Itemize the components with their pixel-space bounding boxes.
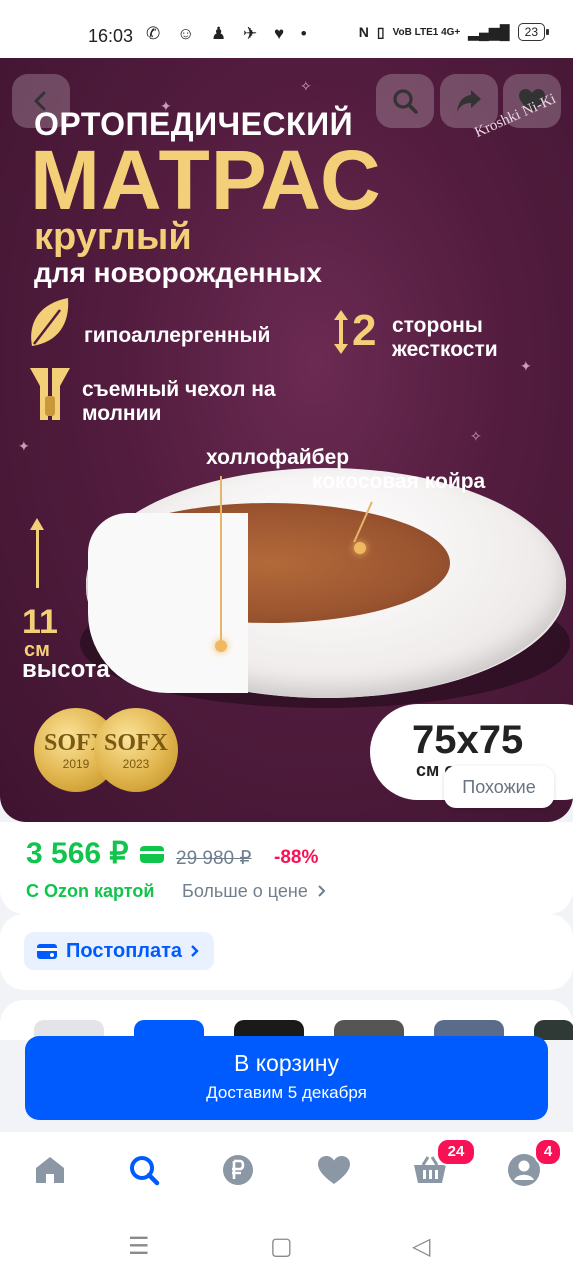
postpay-card: Постоплата: [0, 914, 573, 990]
hero-title-mattress: МАТРАС: [30, 133, 382, 227]
ruble-icon: [223, 1155, 253, 1185]
add-to-cart-label: В корзину: [234, 1050, 339, 1076]
search-icon: [393, 89, 418, 114]
home-icon: [36, 1157, 64, 1183]
discount-badge: -88%: [274, 847, 319, 868]
double-arrow-icon: [334, 310, 348, 354]
variants-strip: [0, 1000, 573, 1040]
medal-year: 2023: [122, 757, 150, 771]
sparkle-decoration: ✦: [18, 438, 30, 454]
chevron-right-icon: [318, 885, 326, 897]
medal-logo: SOFX: [103, 730, 168, 756]
label-coconut-coir: кокосовая койра: [312, 470, 486, 493]
postpay-label: Постоплата: [66, 939, 183, 962]
heart-icon: [318, 1156, 350, 1184]
hero-title-round: круглый: [34, 216, 192, 258]
similar-button[interactable]: Похожие: [444, 766, 554, 808]
cart-count-badge: 24: [436, 1138, 476, 1166]
nav-favorites[interactable]: [314, 1150, 354, 1190]
sparkle-decoration: ✧: [300, 78, 312, 94]
nav-home[interactable]: [30, 1150, 70, 1190]
profile-notification-badge: 4: [534, 1138, 562, 1166]
share-icon: [457, 90, 481, 112]
more-about-price-link[interactable]: Больше о цене: [182, 881, 327, 902]
hero-title-newborn: для новорожденных: [34, 257, 322, 288]
ozon-card-label[interactable]: С Ozon картой: [26, 881, 154, 902]
postpay-button[interactable]: Постоплата: [24, 932, 215, 970]
nav-search[interactable]: [124, 1150, 164, 1190]
battery-icon: 23: [517, 23, 550, 41]
feature-zip-cover: съемный чехол на молнии: [82, 378, 276, 425]
product-image[interactable]: ✦ ✦ ✧ ✦ ✧ Kroshki Ni-Ki ОРТОПЕДИЧЕСКИЙ М…: [0, 58, 573, 822]
add-to-cart-button[interactable]: В корзину Доставим 5 декабря: [25, 1036, 548, 1120]
wallet-icon: [37, 944, 57, 959]
recent-apps-icon[interactable]: ☰: [128, 1232, 150, 1261]
delivery-date: Доставим 5 декабря: [206, 1083, 367, 1102]
feature-sides-text: стороны жесткости: [392, 314, 498, 361]
more-about-price-label: Больше о цене: [182, 881, 308, 901]
system-indicators: N ▯ VoB LTE1 4G+ ▂▄▆█ 23: [358, 23, 550, 41]
sparkle-decoration: ✧: [470, 428, 482, 444]
hollofiber-layer: [88, 513, 248, 693]
status-time: 16:03: [88, 26, 134, 46]
height-arrow-icon: [30, 518, 44, 588]
current-price: 3 566 ₽: [26, 837, 129, 870]
old-price: 29 980 ₽: [176, 848, 252, 869]
feature-hypoallergenic: гипоаллергенный: [84, 324, 271, 347]
notification-icons: ✆ ☺ ♟ ✈ ♥ •: [146, 24, 313, 43]
network-label: VoB LTE1 4G+: [392, 26, 461, 38]
feature-sides-number: 2: [352, 306, 377, 355]
search-icon: [130, 1156, 160, 1186]
home-square-icon[interactable]: ▢: [270, 1232, 293, 1261]
label-hollofiber: холлофайбер: [206, 446, 350, 469]
status-bar: 16:03 ✆ ☺ ♟ ✈ ♥ • N ▯ VoB LTE1 4G+ ▂▄▆█ …: [0, 0, 573, 58]
back-triangle-icon[interactable]: ◁: [412, 1232, 430, 1261]
system-navigation-bar: ☰ ▢ ◁: [0, 1212, 573, 1280]
size-value: 75х75: [412, 718, 524, 762]
height-label: высота: [22, 656, 110, 683]
pointer-dot: [215, 640, 227, 652]
chevron-right-icon: [191, 945, 199, 957]
card-icon: [140, 846, 164, 863]
award-medal: SOFX 2023: [94, 708, 178, 792]
bottom-nav: 24 4: [0, 1132, 573, 1212]
pointer-line: [220, 476, 222, 642]
nav-finance[interactable]: [218, 1150, 258, 1190]
vibrate-icon: ▯: [376, 23, 385, 40]
height-value: 11: [22, 603, 58, 641]
zipper-icon: [30, 368, 70, 420]
search-button[interactable]: [376, 74, 434, 128]
nfc-icon: N: [358, 24, 369, 40]
signal-icon: ▂▄▆█: [468, 23, 510, 40]
pointer-dot: [354, 542, 366, 554]
leaf-icon: [31, 298, 69, 346]
price-card: 3 566 ₽ 29 980 ₽ -88% С Ozon картой Боль…: [0, 822, 573, 914]
